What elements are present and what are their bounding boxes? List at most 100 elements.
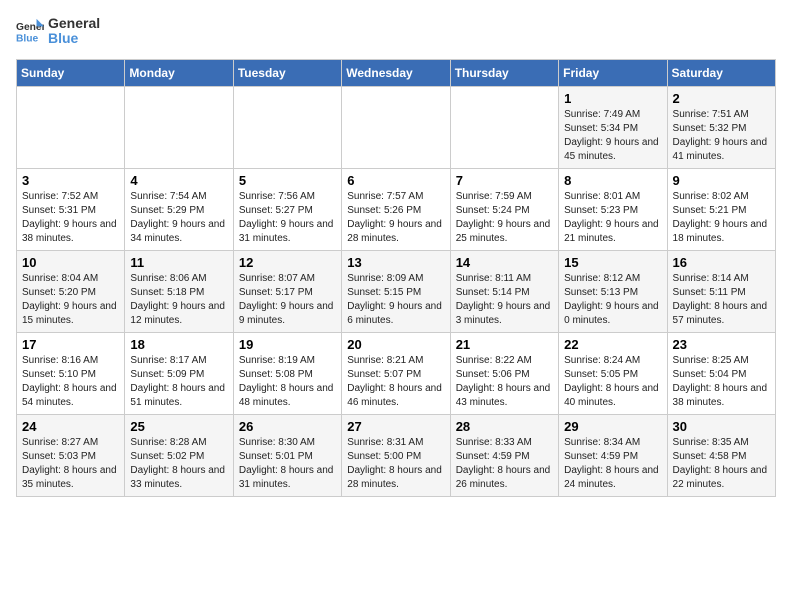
logo-blue: Blue (48, 31, 100, 46)
calendar-body: 1 Sunrise: 7:49 AM Sunset: 5:34 PM Daylig… (17, 86, 776, 496)
day-info: Sunrise: 8:27 AM Sunset: 5:03 PM Dayligh… (22, 436, 119, 492)
calendar-cell: 21 Sunrise: 8:22 AM Sunset: 5:06 PM Dayli… (450, 332, 558, 414)
day-info: Sunrise: 8:11 AM Sunset: 5:14 PM Dayligh… (456, 272, 553, 328)
day-number: 5 (239, 173, 336, 188)
weekday-header-thursday: Thursday (450, 59, 558, 86)
day-number: 11 (130, 255, 227, 270)
day-number: 30 (673, 419, 770, 434)
calendar-cell: 12 Sunrise: 8:07 AM Sunset: 5:17 PM Dayli… (233, 250, 341, 332)
day-number: 7 (456, 173, 553, 188)
day-number: 16 (673, 255, 770, 270)
weekday-header-sunday: Sunday (17, 59, 125, 86)
day-info: Sunrise: 8:34 AM Sunset: 4:59 PM Dayligh… (564, 436, 661, 492)
day-info: Sunrise: 8:14 AM Sunset: 5:11 PM Dayligh… (673, 272, 770, 328)
weekday-header-saturday: Saturday (667, 59, 775, 86)
calendar-week-row: 24 Sunrise: 8:27 AM Sunset: 5:03 PM Dayli… (17, 414, 776, 496)
day-info: Sunrise: 7:51 AM Sunset: 5:32 PM Dayligh… (673, 108, 770, 164)
day-number: 20 (347, 337, 444, 352)
calendar-cell: 8Sunrise: 8:01 AM Sunset: 5:23 PM Daylig… (559, 168, 667, 250)
day-number: 26 (239, 419, 336, 434)
day-number: 18 (130, 337, 227, 352)
day-info: Sunrise: 8:09 AM Sunset: 5:15 PM Dayligh… (347, 272, 444, 328)
day-info: Sunrise: 7:59 AM Sunset: 5:24 PM Dayligh… (456, 190, 553, 246)
calendar-cell: 3 Sunrise: 7:52 AM Sunset: 5:31 PM Daylig… (17, 168, 125, 250)
day-number: 10 (22, 255, 119, 270)
calendar-cell: 1 Sunrise: 7:49 AM Sunset: 5:34 PM Daylig… (559, 86, 667, 168)
day-number: 14 (456, 255, 553, 270)
day-info: Sunrise: 8:21 AM Sunset: 5:07 PM Dayligh… (347, 354, 444, 410)
weekday-header-row: SundayMondayTuesdayWednesdayThursdayFrid… (17, 59, 776, 86)
logo: General Blue General Blue (16, 16, 100, 47)
weekday-header-tuesday: Tuesday (233, 59, 341, 86)
calendar-cell: 27 Sunrise: 8:31 AM Sunset: 5:00 PM Dayli… (342, 414, 450, 496)
calendar-cell (125, 86, 233, 168)
day-info: Sunrise: 8:12 AM Sunset: 5:13 PM Dayligh… (564, 272, 661, 328)
calendar-cell: 15 Sunrise: 8:12 AM Sunset: 5:13 PM Dayli… (559, 250, 667, 332)
weekday-header-monday: Monday (125, 59, 233, 86)
day-number: 29 (564, 419, 661, 434)
day-info: Sunrise: 8:30 AM Sunset: 5:01 PM Dayligh… (239, 436, 336, 492)
day-number: 15 (564, 255, 661, 270)
day-number: 13 (347, 255, 444, 270)
day-info: Sunrise: 8:04 AM Sunset: 5:20 PM Dayligh… (22, 272, 119, 328)
day-info: Sunrise: 7:54 AM Sunset: 5:29 PM Dayligh… (130, 190, 227, 246)
calendar-cell: 23Sunrise: 8:25 AM Sunset: 5:04 PM Dayli… (667, 332, 775, 414)
svg-text:Blue: Blue (16, 34, 39, 45)
calendar-cell: 19 Sunrise: 8:19 AM Sunset: 5:08 PM Dayli… (233, 332, 341, 414)
calendar-cell: 6Sunrise: 7:57 AM Sunset: 5:26 PM Daylig… (342, 168, 450, 250)
calendar-cell (233, 86, 341, 168)
calendar-cell: 4 Sunrise: 7:54 AM Sunset: 5:29 PM Daylig… (125, 168, 233, 250)
calendar-week-row: 3 Sunrise: 7:52 AM Sunset: 5:31 PM Daylig… (17, 168, 776, 250)
day-info: Sunrise: 8:19 AM Sunset: 5:08 PM Dayligh… (239, 354, 336, 410)
calendar-cell: 18 Sunrise: 8:17 AM Sunset: 5:09 PM Dayli… (125, 332, 233, 414)
calendar-cell: 30Sunrise: 8:35 AM Sunset: 4:58 PM Dayli… (667, 414, 775, 496)
calendar-cell: 10 Sunrise: 8:04 AM Sunset: 5:20 PM Dayli… (17, 250, 125, 332)
logo-icon: General Blue (16, 17, 44, 45)
day-info: Sunrise: 8:33 AM Sunset: 4:59 PM Dayligh… (456, 436, 553, 492)
calendar-week-row: 10 Sunrise: 8:04 AM Sunset: 5:20 PM Dayli… (17, 250, 776, 332)
day-number: 4 (130, 173, 227, 188)
day-number: 2 (673, 91, 770, 106)
calendar-table: SundayMondayTuesdayWednesdayThursdayFrid… (16, 59, 776, 497)
day-info: Sunrise: 8:16 AM Sunset: 5:10 PM Dayligh… (22, 354, 119, 410)
calendar-week-row: 17 Sunrise: 8:16 AM Sunset: 5:10 PM Dayli… (17, 332, 776, 414)
day-number: 19 (239, 337, 336, 352)
day-number: 12 (239, 255, 336, 270)
day-number: 6 (347, 173, 444, 188)
calendar-cell: 7 Sunrise: 7:59 AM Sunset: 5:24 PM Daylig… (450, 168, 558, 250)
calendar-cell: 26 Sunrise: 8:30 AM Sunset: 5:01 PM Dayli… (233, 414, 341, 496)
day-info: Sunrise: 8:28 AM Sunset: 5:02 PM Dayligh… (130, 436, 227, 492)
day-number: 25 (130, 419, 227, 434)
calendar-cell: 16 Sunrise: 8:14 AM Sunset: 5:11 PM Dayli… (667, 250, 775, 332)
day-number: 27 (347, 419, 444, 434)
calendar-cell: 29 Sunrise: 8:34 AM Sunset: 4:59 PM Dayli… (559, 414, 667, 496)
calendar-cell: 13 Sunrise: 8:09 AM Sunset: 5:15 PM Dayli… (342, 250, 450, 332)
day-info: Sunrise: 8:24 AM Sunset: 5:05 PM Dayligh… (564, 354, 661, 410)
day-number: 1 (564, 91, 661, 106)
calendar-cell: 25 Sunrise: 8:28 AM Sunset: 5:02 PM Dayli… (125, 414, 233, 496)
day-info: Sunrise: 8:17 AM Sunset: 5:09 PM Dayligh… (130, 354, 227, 410)
calendar-cell (17, 86, 125, 168)
logo-general: General (48, 16, 100, 31)
day-number: 3 (22, 173, 119, 188)
day-info: Sunrise: 8:07 AM Sunset: 5:17 PM Dayligh… (239, 272, 336, 328)
day-info: Sunrise: 7:56 AM Sunset: 5:27 PM Dayligh… (239, 190, 336, 246)
day-number: 22 (564, 337, 661, 352)
day-info: Sunrise: 8:22 AM Sunset: 5:06 PM Dayligh… (456, 354, 553, 410)
day-info: Sunrise: 7:52 AM Sunset: 5:31 PM Dayligh… (22, 190, 119, 246)
day-number: 17 (22, 337, 119, 352)
calendar-cell: 2 Sunrise: 7:51 AM Sunset: 5:32 PM Daylig… (667, 86, 775, 168)
day-info: Sunrise: 8:31 AM Sunset: 5:00 PM Dayligh… (347, 436, 444, 492)
calendar-cell: 9Sunrise: 8:02 AM Sunset: 5:21 PM Daylig… (667, 168, 775, 250)
day-number: 28 (456, 419, 553, 434)
day-number: 21 (456, 337, 553, 352)
day-info: Sunrise: 7:49 AM Sunset: 5:34 PM Dayligh… (564, 108, 661, 164)
calendar-header: SundayMondayTuesdayWednesdayThursdayFrid… (17, 59, 776, 86)
day-number: 9 (673, 173, 770, 188)
day-info: Sunrise: 8:01 AM Sunset: 5:23 PM Dayligh… (564, 190, 661, 246)
calendar-cell: 24 Sunrise: 8:27 AM Sunset: 5:03 PM Dayli… (17, 414, 125, 496)
day-number: 24 (22, 419, 119, 434)
calendar-cell (450, 86, 558, 168)
calendar-cell: 22 Sunrise: 8:24 AM Sunset: 5:05 PM Dayli… (559, 332, 667, 414)
day-info: Sunrise: 8:25 AM Sunset: 5:04 PM Dayligh… (673, 354, 770, 410)
